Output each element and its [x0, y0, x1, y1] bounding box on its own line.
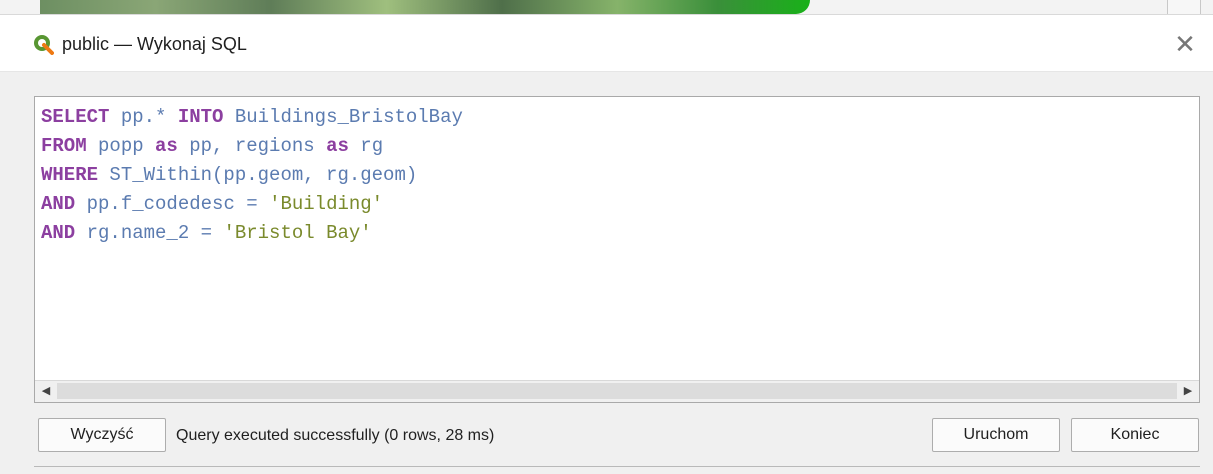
sql-keyword: AND	[41, 222, 76, 244]
run-button[interactable]: Uruchom	[932, 418, 1060, 452]
scroll-right-icon[interactable]: ▶	[1181, 384, 1195, 398]
sql-line: WHERE ST_Within(pp.geom, rg.geom)	[41, 161, 463, 190]
sql-keyword: as	[326, 135, 349, 157]
sql-token: pp.*	[109, 106, 178, 128]
sql-keyword: FROM	[41, 135, 87, 157]
dialog-footer: Wyczyść Query executed successfully (0 r…	[0, 410, 1213, 460]
clear-button[interactable]: Wyczyść	[38, 418, 166, 452]
sql-code-text[interactable]: SELECT pp.* INTO Buildings_BristolBay FRO…	[41, 103, 463, 248]
scroll-left-icon[interactable]: ◀	[39, 384, 53, 398]
dialog-titlebar: public — Wykonaj SQL ✕	[0, 15, 1213, 72]
sql-keyword: WHERE	[41, 164, 99, 186]
horizontal-scrollbar[interactable]: ◀ ▶	[35, 380, 1199, 402]
sql-token: Buildings_BristolBay	[223, 106, 463, 128]
dialog-title: public — Wykonaj SQL	[62, 34, 247, 54]
close-icon[interactable]: ✕	[1170, 29, 1200, 59]
sql-token: pp.f_codedesc =	[75, 193, 270, 215]
execute-sql-dialog: public — Wykonaj SQL ✕ SELECT pp.* INTO …	[0, 14, 1213, 474]
sql-line: AND rg.name_2 = 'Bristol Bay'	[41, 219, 463, 248]
close-button[interactable]: Koniec	[1071, 418, 1199, 452]
footer-divider	[34, 466, 1200, 474]
sql-keyword: SELECT	[41, 106, 110, 128]
sql-keyword: INTO	[177, 106, 224, 128]
status-message: Query executed successfully (0 rows, 28 …	[176, 427, 495, 444]
sql-line: FROM popp as pp, regions as rg	[41, 132, 463, 161]
map-canvas-strip	[0, 0, 1213, 14]
sql-string: 'Building'	[269, 193, 384, 215]
sql-editor[interactable]: SELECT pp.* INTO Buildings_BristolBay FRO…	[34, 96, 1200, 403]
sql-string: 'Bristol Bay'	[223, 222, 372, 244]
sql-token: ST_Within(pp.geom, rg.geom)	[98, 164, 418, 186]
map-scrollbar[interactable]	[1167, 0, 1201, 14]
sql-line: AND pp.f_codedesc = 'Building'	[41, 190, 463, 219]
sql-keyword: as	[155, 135, 178, 157]
sql-token: rg	[348, 135, 384, 157]
qgis-icon	[34, 35, 54, 55]
sql-line: SELECT pp.* INTO Buildings_BristolBay	[41, 103, 463, 132]
sql-token: rg.name_2 =	[75, 222, 224, 244]
scrollbar-track[interactable]	[57, 383, 1177, 399]
sql-token: pp, regions	[177, 135, 327, 157]
sql-keyword: AND	[41, 193, 76, 215]
sql-token: popp	[86, 135, 156, 157]
map-layer-preview	[40, 0, 810, 14]
